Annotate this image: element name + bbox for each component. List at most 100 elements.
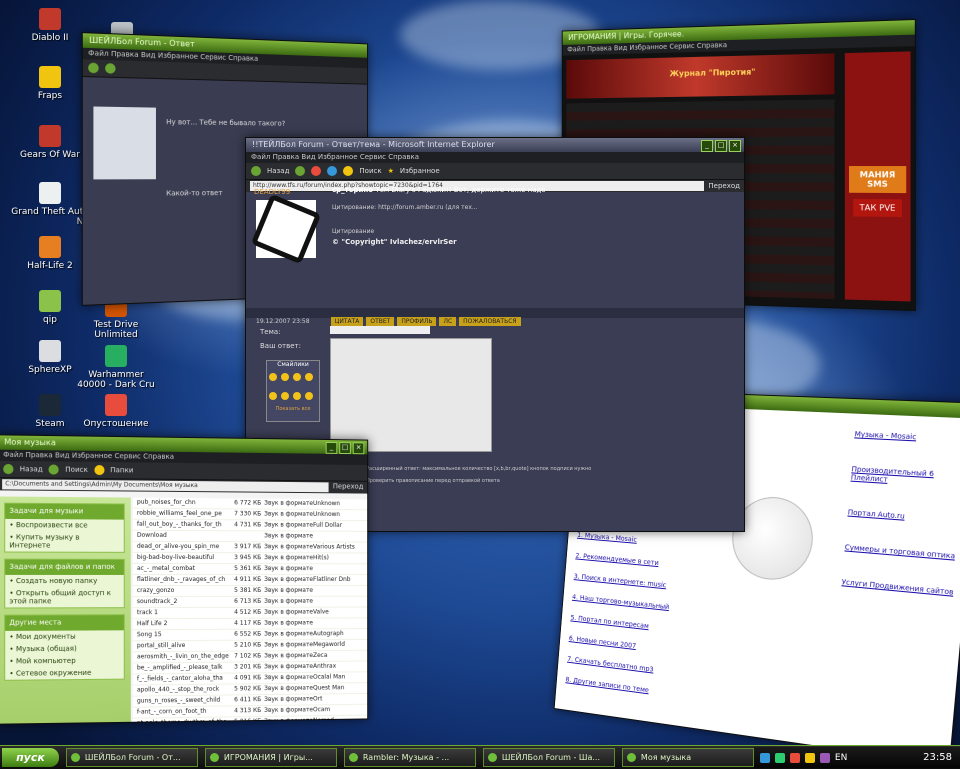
stop-icon[interactable]	[311, 166, 322, 176]
desktop-icon-label: SphereXP	[28, 365, 72, 375]
message-textarea[interactable]	[330, 338, 492, 452]
file-artist: Autograph	[313, 630, 344, 638]
file-name: dead_or_alive-you_spin_me	[136, 542, 220, 551]
task-panel: Задачи для музыки • Воспроизвести все • Ку…	[4, 502, 125, 553]
task-link[interactable]: • Открыть общий доступ к этой папке	[5, 587, 124, 607]
minimize-button[interactable]: _	[325, 441, 338, 454]
home-icon[interactable]	[343, 166, 354, 176]
taskbar-task-button[interactable]: ШЕЙЛБол Forum - Ша...	[482, 748, 615, 767]
post-bar: 19.12.2007 23:58 ЦИТАТА ОТВЕТ ПРОФИЛЬ ЛС ПОЖ…	[246, 308, 744, 326]
go-button[interactable]: Переход	[708, 182, 740, 190]
table-row[interactable]: ac_-_metal_combat 5 361 КБ Звук в формате …	[132, 563, 368, 576]
player-icon[interactable]	[819, 752, 830, 763]
taskbar-task-button[interactable]: ИГРОМАНИЯ | Игры...	[204, 748, 337, 767]
smiles-title: Смайлики	[277, 361, 309, 368]
task-panel-title[interactable]: Задачи для музыки	[5, 503, 124, 520]
spherexp-icon	[39, 340, 61, 362]
smiles-more[interactable]: Показать все	[267, 406, 319, 412]
network-icon[interactable]	[759, 752, 770, 763]
table-row[interactable]: Download Звук в формате MP3	[132, 530, 368, 543]
smile-icon[interactable]	[293, 373, 301, 381]
address-bar[interactable]: C:\Documents and Settings\Admin\My Docum…	[2, 479, 329, 493]
post-author[interactable]: ср_торино	[332, 186, 373, 194]
post-action-button[interactable]: ПРОФИЛЬ	[397, 317, 437, 326]
table-row[interactable]: dead_or_alive-you_spin_me 3 917 КБ Звук в …	[132, 541, 368, 554]
close-button[interactable]: ×	[352, 442, 365, 455]
subject-input[interactable]	[330, 326, 430, 334]
table-row[interactable]: soundtrack_2 6 713 КБЗвук в формате MP3	[132, 596, 368, 609]
close-button[interactable]: ×	[729, 140, 741, 152]
task-link[interactable]: • Музыка (общая)	[5, 642, 124, 655]
folders-label[interactable]: Папки	[110, 466, 133, 474]
minimize-button[interactable]: _	[701, 140, 713, 152]
favorites-icon[interactable]: ★	[388, 167, 394, 175]
smile-icon[interactable]	[281, 373, 289, 381]
desktop-icon[interactable]: Fraps	[8, 66, 92, 101]
post-action-button[interactable]: ПОЖАЛОВАТЬСЯ	[459, 317, 521, 326]
favorites-label[interactable]: Избранное	[400, 167, 440, 175]
smile-icon[interactable]	[269, 373, 277, 381]
smile-icon[interactable]	[305, 373, 313, 381]
back-label[interactable]: Назад	[20, 465, 43, 473]
search-ad[interactable]: Производительный 6 Плейлист	[850, 465, 960, 489]
file-size: 6 552 КБ	[234, 630, 262, 638]
search-ad[interactable]: Портал Auto.ru	[847, 508, 960, 525]
smile-icon[interactable]	[293, 392, 301, 400]
ad-logo[interactable]: МАНИЯ SMS	[849, 166, 907, 194]
task-link[interactable]: • Мои документы	[5, 630, 124, 643]
desktop-icon[interactable]: Warhammer 40000 - Dark Cru	[74, 345, 158, 390]
qip-tray-icon[interactable]	[774, 752, 785, 763]
back-icon[interactable]	[88, 62, 99, 74]
volume-icon[interactable]	[804, 752, 815, 763]
task-panel-title[interactable]: Другие места	[5, 615, 124, 631]
folder-icon[interactable]	[93, 464, 105, 476]
file-name: track 1	[136, 609, 158, 617]
start-button[interactable]: пуск	[2, 748, 59, 767]
post-action-button[interactable]: ОТВЕТ	[366, 317, 395, 326]
task-link[interactable]: • Воспроизвести все	[5, 519, 124, 532]
taskbar-task-button[interactable]: Rambler: Музыка - ...	[343, 748, 476, 767]
task-link[interactable]: • Создать новую папку	[5, 575, 124, 587]
antivirus-icon[interactable]	[789, 752, 800, 763]
task-link[interactable]: • Мой компьютер	[5, 654, 124, 667]
smile-icon[interactable]	[269, 392, 277, 400]
search-label[interactable]: Поиск	[359, 167, 381, 175]
clock[interactable]: 23:58	[923, 752, 952, 763]
file-size: 6 772 КБ	[234, 499, 262, 507]
search-ad[interactable]: Услуги Продвижения сайтов	[841, 578, 958, 597]
maximize-button[interactable]: □	[715, 140, 727, 152]
file-size: 4 911 КБ	[234, 576, 262, 583]
window-explorer[interactable]: Моя музыка _ □ × Файл Правка Вид Избранн…	[0, 434, 369, 725]
back-label[interactable]: Назад	[267, 167, 289, 175]
task-panel-title[interactable]: Задачи для файлов и папок	[5, 559, 124, 575]
search-ad[interactable]: Музыка - Mosaic	[854, 430, 960, 444]
file-name: fall_out_boy_-_thanks_for_th	[136, 520, 222, 529]
table-row[interactable]: flatliner_dnb_-_ravages_of_ch 4 911 КБ Зву…	[132, 574, 368, 587]
taskbar-task-button[interactable]: Моя музыка	[621, 748, 754, 767]
ad-block[interactable]: ТАК PVE	[853, 198, 902, 217]
language-indicator[interactable]: EN	[835, 753, 847, 763]
table-row[interactable]: big-bad-boy-live-beautiful 3 945 КБ Звук в…	[132, 552, 368, 565]
table-row[interactable]: crazy_gonzo 5 381 КБЗвук в формате MP3	[132, 585, 368, 598]
refresh-icon[interactable]	[327, 166, 338, 176]
post-action-button[interactable]: ЦИТАТА	[330, 317, 364, 326]
post-action-button[interactable]: ЛС	[439, 317, 457, 326]
search-ad[interactable]: Суммеры и торговая оптика	[844, 543, 960, 561]
maximize-button[interactable]: □	[339, 442, 351, 455]
file-size: 5 902 КБ	[234, 685, 262, 693]
search-label[interactable]: Поиск	[65, 466, 88, 474]
taskbar-task-button[interactable]: ШЕЙЛБол Forum - От...	[65, 748, 198, 767]
smile-icon[interactable]	[305, 392, 313, 400]
back-icon[interactable]	[251, 166, 261, 176]
forward-icon[interactable]	[105, 63, 116, 74]
go-button[interactable]: Переход	[333, 482, 364, 492]
menu-bar[interactable]: Файл Правка Вид Избранное Сервис Справка	[246, 152, 744, 163]
task-link[interactable]: • Сетевое окружение	[5, 667, 124, 680]
back-icon[interactable]	[3, 463, 14, 475]
desktop-icon[interactable]: Опустошение	[74, 394, 158, 429]
spellcheck-option[interactable]: Проверить правописание перед отправкой о…	[366, 478, 500, 484]
forward-icon[interactable]	[295, 166, 306, 176]
smile-icon[interactable]	[281, 392, 289, 400]
search-icon[interactable]	[48, 464, 60, 475]
task-link[interactable]: • Купить музыку в Интернете	[5, 531, 124, 552]
